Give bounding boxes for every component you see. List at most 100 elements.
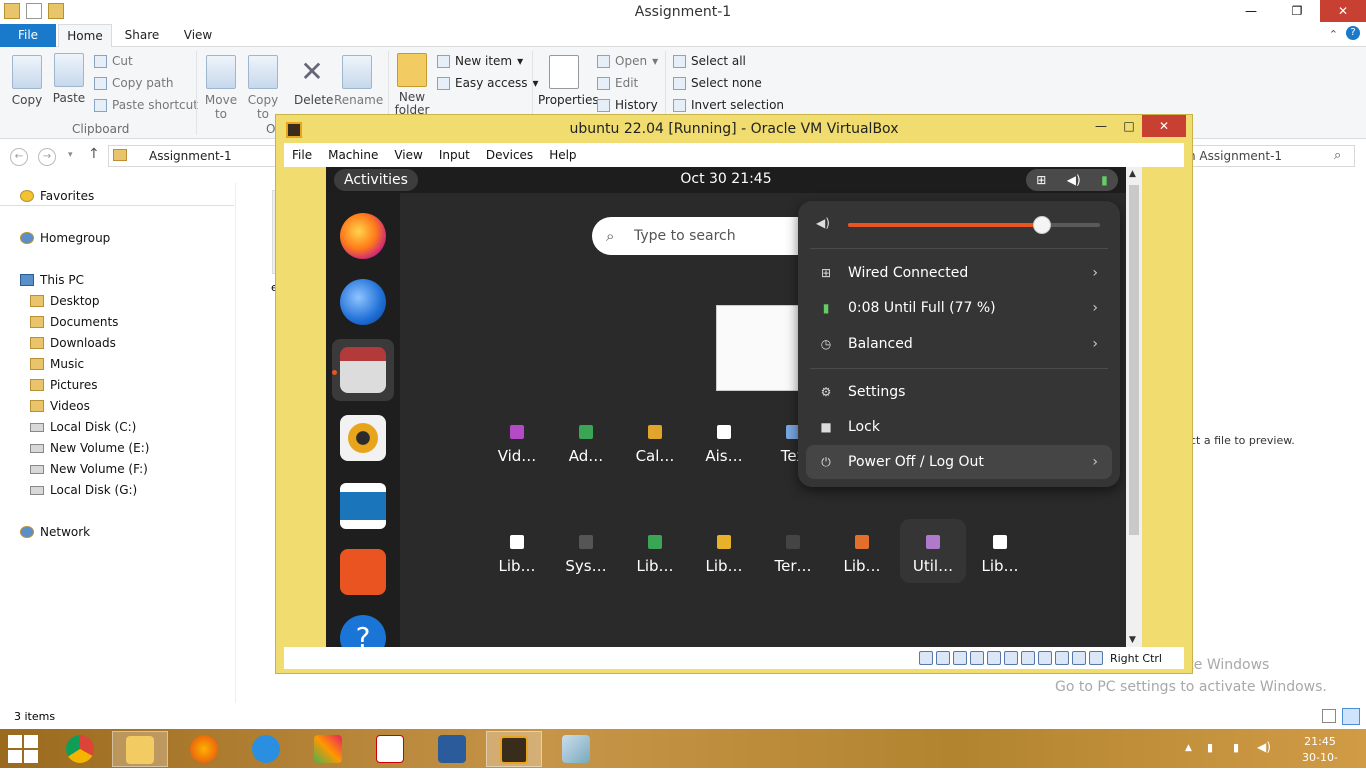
open-button[interactable]: Open ▾	[597, 54, 658, 68]
paste-button[interactable]: Paste	[52, 53, 86, 105]
large-icons-view-icon[interactable]	[1342, 708, 1360, 725]
chrome-taskbar-button[interactable]	[52, 731, 108, 767]
scroll-up-icon[interactable]: ▲	[1129, 169, 1136, 179]
explorer-taskbar-button[interactable]	[112, 731, 168, 767]
app-libreoffice-draw[interactable]: Lib…	[691, 535, 757, 575]
nav-network[interactable]: Network	[20, 525, 90, 539]
menu-help[interactable]: Help	[541, 143, 584, 167]
app-terminal[interactable]: Ter…	[760, 535, 826, 575]
copy-path-button[interactable]: Copy path	[94, 76, 174, 90]
app-additional-drivers[interactable]: Ad…	[553, 425, 619, 465]
nav-desktop[interactable]: Desktop	[30, 294, 100, 308]
copy-to-button[interactable]: Copy to	[246, 55, 280, 121]
display-icon[interactable]	[1020, 651, 1035, 665]
nav-drive-c[interactable]: Local Disk (C:)	[30, 420, 136, 434]
volume-slider-knob[interactable]	[1033, 216, 1052, 234]
history-button[interactable]: History	[597, 98, 658, 112]
menu-input[interactable]: Input	[431, 143, 478, 167]
recent-locations-icon[interactable]: ▾	[68, 150, 73, 160]
app-videos[interactable]: Vid…	[484, 425, 550, 465]
select-none-button[interactable]: Select none	[673, 76, 762, 90]
rhythmbox-icon[interactable]	[340, 415, 386, 461]
address-bar[interactable]: Assignment-1	[108, 145, 278, 167]
ubuntu-software-icon[interactable]	[340, 549, 386, 595]
volume-slider[interactable]	[848, 216, 1100, 234]
vm-taskbar-button[interactable]	[486, 731, 542, 767]
details-view-icon[interactable]	[1322, 709, 1336, 723]
audio-icon[interactable]	[952, 651, 967, 665]
speaker-icon[interactable]: ◀)	[1257, 740, 1271, 754]
menu-view[interactable]: View	[386, 143, 430, 167]
nav-videos[interactable]: Videos	[30, 399, 90, 413]
show-hidden-icons[interactable]: ▲	[1185, 743, 1192, 753]
new-folder-button[interactable]: New folder	[394, 53, 430, 117]
up-arrow-icon[interactable]: ↑	[88, 146, 100, 162]
close-button[interactable]: ✕	[1320, 0, 1366, 22]
windows-start-icon[interactable]	[8, 735, 38, 763]
search-icon[interactable]: ⌕	[1334, 148, 1341, 163]
tab-file[interactable]: File	[0, 24, 56, 47]
back-button[interactable]: ←	[10, 148, 28, 166]
app-taskbar-button[interactable]	[300, 731, 356, 767]
app-libreoffice-impress[interactable]: Lib…	[829, 535, 895, 575]
app-utilities[interactable]: Util…	[900, 519, 966, 583]
system-clock[interactable]: 21:45 30-10-2022	[1290, 734, 1350, 782]
minimize-ribbon-icon[interactable]: ⌃	[1329, 28, 1338, 41]
vbox-minimize-button[interactable]: —	[1088, 115, 1114, 137]
tab-share[interactable]: Share	[118, 24, 166, 47]
delete-button[interactable]: ✕ Delete	[294, 55, 333, 107]
wired-connected-item[interactable]: ⊞ Wired Connected ›	[806, 256, 1112, 290]
menu-machine[interactable]: Machine	[320, 143, 386, 167]
system-tray[interactable]: ⊞ ◀) ▮	[1026, 169, 1118, 191]
virtualbox-manager-taskbar-button[interactable]	[424, 731, 480, 767]
libreoffice-writer-icon[interactable]	[340, 483, 386, 529]
settings-item[interactable]: ⚙ Settings	[806, 375, 1112, 409]
power-mode-item[interactable]: ◷ Balanced ›	[806, 327, 1112, 361]
app-libreoffice-math[interactable]: Lib…	[967, 535, 1033, 575]
nav-drive-g[interactable]: Local Disk (G:)	[30, 483, 137, 497]
mouse-integration-icon[interactable]	[1071, 651, 1086, 665]
app-libreoffice[interactable]: Lib…	[484, 535, 550, 575]
new-item-button[interactable]: New item ▾	[437, 54, 523, 68]
video-capture-icon[interactable]	[1037, 651, 1052, 665]
signal-icon[interactable]: ▮	[1207, 741, 1213, 754]
tab-home[interactable]: Home	[58, 24, 112, 48]
nav-drive-e[interactable]: New Volume (E:)	[30, 441, 149, 455]
usb-icon[interactable]	[986, 651, 1001, 665]
app-system-monitor[interactable]: Sys…	[553, 535, 619, 575]
app-taskbar-button-2[interactable]	[548, 731, 604, 767]
search-input[interactable]: h Assignment-1	[1175, 145, 1355, 167]
files-icon[interactable]	[340, 347, 386, 393]
vm-scrollbar[interactable]: ▲ ▼	[1126, 167, 1142, 647]
rename-button[interactable]: Rename	[334, 55, 383, 107]
vm-screen[interactable]: Activities Oct 30 21:45 ⊞ ◀) ▮ ? Vid… Ad…	[326, 167, 1126, 647]
select-all-button[interactable]: Select all	[673, 54, 746, 68]
app-aisleriot[interactable]: Ais…	[691, 425, 757, 465]
move-to-button[interactable]: Move to	[204, 55, 238, 121]
keyboard-capture-icon[interactable]	[1088, 651, 1103, 665]
help-icon[interactable]: ?	[1346, 26, 1360, 40]
tally-taskbar-button[interactable]	[362, 731, 418, 767]
gnome-clock[interactable]: Oct 30 21:45	[326, 171, 1126, 187]
nav-homegroup[interactable]: Homegroup	[20, 231, 110, 245]
nav-downloads[interactable]: Downloads	[30, 336, 116, 350]
tab-view[interactable]: View	[174, 24, 222, 47]
firefox-icon[interactable]	[340, 213, 386, 259]
nav-documents[interactable]: Documents	[30, 315, 118, 329]
hard-disk-icon[interactable]	[918, 651, 933, 665]
network-icon[interactable]	[969, 651, 984, 665]
firefox-taskbar-button[interactable]	[176, 731, 232, 767]
properties-button[interactable]: Properties	[538, 55, 599, 107]
minimize-button[interactable]: —	[1228, 0, 1274, 22]
nav-favorites[interactable]: Favorites	[20, 189, 94, 203]
battery-icon[interactable]: ▮	[1233, 741, 1239, 754]
paste-shortcut-button[interactable]: Paste shortcut	[94, 98, 198, 112]
lock-item[interactable]: ■ Lock	[806, 410, 1112, 444]
nav-this-pc[interactable]: This PC	[20, 273, 84, 287]
optical-drive-icon[interactable]	[935, 651, 950, 665]
battery-item[interactable]: ▮ 0:08 Until Full (77 %) ›	[806, 291, 1112, 325]
vbox-maximize-button[interactable]: □	[1116, 115, 1142, 137]
scrollbar-thumb[interactable]	[1129, 185, 1139, 535]
cut-button[interactable]: Cut	[94, 54, 133, 68]
scroll-down-icon[interactable]: ▼	[1129, 635, 1136, 645]
